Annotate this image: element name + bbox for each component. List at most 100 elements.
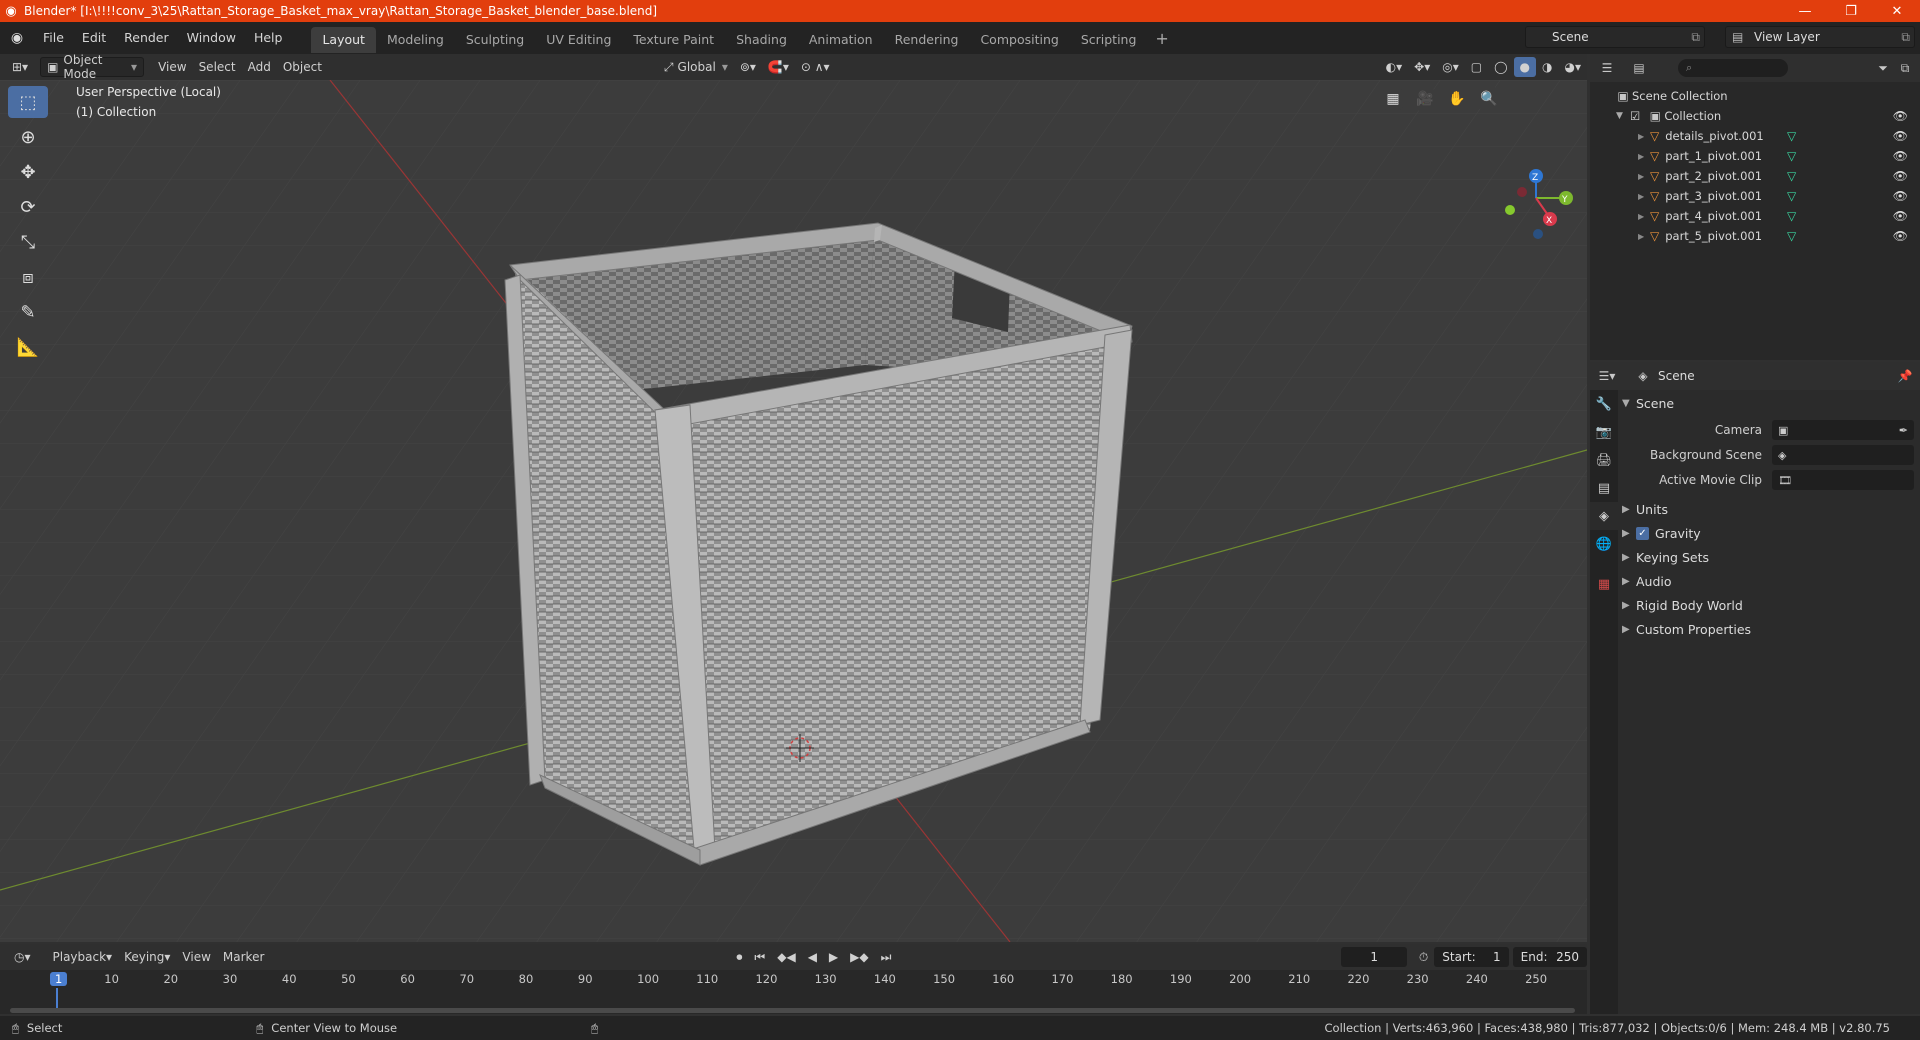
units-section-header[interactable]: ▶ Units <box>1622 498 1912 520</box>
tab-shading[interactable]: Shading <box>725 27 798 53</box>
select-box-tool-icon[interactable]: ⬚ <box>8 86 48 118</box>
scene-collection-row[interactable]: ▣ Scene Collection <box>1590 86 1920 106</box>
viewport-menu-add[interactable]: Add <box>242 57 277 77</box>
tab-scripting[interactable]: Scripting <box>1070 27 1148 53</box>
tab-layout[interactable]: Layout <box>311 27 376 53</box>
gravity-section-header[interactable]: ▶ ✓ Gravity <box>1622 522 1912 544</box>
tab-animation[interactable]: Animation <box>798 27 884 53</box>
expand-arrow-icon[interactable]: ▶ <box>1638 212 1650 221</box>
shading-material-icon[interactable]: ◑ <box>1536 57 1558 77</box>
timeline-menu-keying[interactable]: Keying ▾ <box>118 947 176 967</box>
scene-section-header[interactable]: ▼ Scene <box>1622 392 1912 414</box>
restore-button[interactable]: ❐ <box>1828 0 1874 22</box>
prev-keyframe-button[interactable]: ◆◀ <box>771 947 801 967</box>
tab-rendering[interactable]: Rendering <box>884 27 970 53</box>
eye-icon[interactable]: 👁 <box>1893 169 1908 183</box>
texture-tab-icon[interactable]: ▦ <box>1590 570 1618 598</box>
expand-arrow-icon[interactable]: ▶ <box>1638 172 1650 181</box>
eye-icon[interactable]: 👁 <box>1893 129 1908 143</box>
view-layer-tab-icon[interactable]: ▤ <box>1590 474 1618 502</box>
tab-modeling[interactable]: Modeling <box>376 27 455 53</box>
render-tab-icon[interactable]: 📷 <box>1590 418 1618 446</box>
display-mode-icon[interactable]: ▤ <box>1630 59 1648 77</box>
timeline-area[interactable]: 1 10 20 30 40 50 60 70 80 90 100 110 120 130 140 150 160… <box>0 970 1587 1014</box>
expand-arrow-icon[interactable]: ▶ <box>1638 152 1650 161</box>
properties-editor-icon[interactable]: ☰▾ <box>1598 367 1616 385</box>
menu-help[interactable]: Help <box>245 26 292 50</box>
rotate-tool-icon[interactable]: ⟳ <box>8 191 48 223</box>
shading-solid-icon[interactable]: ● <box>1513 57 1537 77</box>
checkbox-icon[interactable]: ☑ <box>1630 109 1640 123</box>
new-collection-icon[interactable]: ⧉ <box>1896 59 1914 77</box>
menu-window[interactable]: Window <box>178 26 245 50</box>
scene-tab-icon[interactable]: ◈ <box>1590 502 1618 530</box>
tab-texture-paint[interactable]: Texture Paint <box>622 27 725 53</box>
play-button[interactable]: ▶ <box>823 947 844 967</box>
add-workspace-button[interactable]: + <box>1147 29 1176 48</box>
expand-arrow-icon[interactable]: ▼ <box>1616 111 1630 121</box>
view-layer-selector[interactable]: ▤ View Layer ⧉ <box>1725 26 1915 48</box>
timeline-editor-icon[interactable]: ◷▾ <box>8 947 37 967</box>
timeline-menu-marker[interactable]: Marker <box>217 947 270 967</box>
output-tab-icon[interactable]: 🖨 <box>1590 446 1618 474</box>
editor-type-icon[interactable]: ⊞▾ <box>6 57 34 77</box>
expand-arrow-icon[interactable]: ▶ <box>1638 192 1650 201</box>
annotate-tool-icon[interactable]: ✎ <box>8 296 48 328</box>
collection-row[interactable]: ▼ ☑ ▣ Collection 👁 <box>1590 106 1920 126</box>
pivot-icon[interactable]: ⊚▾ <box>734 57 762 77</box>
camera-field[interactable]: ▣ ✒ <box>1772 420 1914 440</box>
rigid-body-world-section-header[interactable]: ▶ Rigid Body World <box>1622 594 1912 616</box>
new-scene-icon[interactable]: ⧉ <box>1691 30 1700 45</box>
visibility-icon[interactable]: ◐▾ <box>1380 57 1409 77</box>
scene-selector[interactable]: Scene ⧉ <box>1525 26 1705 48</box>
blender-menu-icon[interactable]: ◉ <box>0 30 34 46</box>
tool-tab-icon[interactable]: 🔧 <box>1590 390 1618 418</box>
shading-wireframe-icon[interactable]: ◯ <box>1488 57 1513 77</box>
overlay-toggle-icon[interactable]: ◎▾ <box>1436 57 1465 77</box>
close-button[interactable]: ✕ <box>1874 0 1920 22</box>
stopwatch-icon[interactable]: ⏱ <box>1413 947 1434 967</box>
timeline-menu-playback[interactable]: Playback ▾ <box>47 947 119 967</box>
snap-icon[interactable]: 🧲▾ <box>762 57 795 77</box>
new-view-layer-icon[interactable]: ⧉ <box>1901 30 1910 45</box>
zoom-view-icon[interactable]: 🔍 <box>1476 86 1502 112</box>
eye-icon[interactable]: 👁 <box>1893 149 1908 163</box>
list-item[interactable]: ▶ ▽ part_3_pivot.001 ▽ 👁 <box>1590 186 1920 206</box>
tab-uv-editing[interactable]: UV Editing <box>535 27 622 53</box>
list-item[interactable]: ▶ ▽ part_4_pivot.001 ▽ 👁 <box>1590 206 1920 226</box>
world-tab-icon[interactable]: 🌐 <box>1590 530 1618 558</box>
list-item[interactable]: ▶ ▽ part_5_pivot.001 ▽ 👁 <box>1590 226 1920 246</box>
tab-compositing[interactable]: Compositing <box>969 27 1069 53</box>
cursor-tool-icon[interactable]: ⊕ <box>8 121 48 153</box>
custom-properties-section-header[interactable]: ▶ Custom Properties <box>1622 618 1912 640</box>
next-keyframe-button[interactable]: ▶◆ <box>844 947 874 967</box>
minimize-button[interactable]: — <box>1782 0 1828 22</box>
eye-icon[interactable]: 👁 <box>1893 189 1908 203</box>
play-reverse-button[interactable]: ◀ <box>802 947 823 967</box>
background-scene-field[interactable]: ◈ <box>1772 445 1914 465</box>
xray-icon[interactable]: ▢ <box>1465 57 1488 77</box>
list-item[interactable]: ▶ ▽ part_1_pivot.001 ▽ 👁 <box>1590 146 1920 166</box>
3d-viewport[interactable]: Z Y X User Perspective (Local) (1) Colle… <box>0 80 1587 942</box>
camera-view-icon[interactable]: 🎥 <box>1412 86 1438 112</box>
timeline-menu-view[interactable]: View <box>176 947 216 967</box>
viewport-menu-select[interactable]: Select <box>193 57 242 77</box>
measure-tool-icon[interactable]: 📐 <box>8 331 48 363</box>
record-button[interactable]: ⏺ <box>730 947 748 967</box>
end-frame-field[interactable]: End: 250 <box>1512 947 1588 967</box>
jump-end-button[interactable]: ⏭ <box>875 947 898 967</box>
shading-rendered-icon[interactable]: ◕▾ <box>1559 57 1588 77</box>
expand-arrow-icon[interactable]: ▶ <box>1638 232 1650 241</box>
scale-tool-icon[interactable]: ⤡ <box>8 226 48 258</box>
start-frame-field[interactable]: Start: 1 <box>1434 947 1509 967</box>
current-frame-field[interactable]: 1 <box>1341 947 1407 967</box>
movie-clip-field[interactable]: 🎞 <box>1772 470 1914 490</box>
viewport-menu-object[interactable]: Object <box>277 57 328 77</box>
outliner-editor-icon[interactable]: ☰ <box>1598 59 1616 77</box>
jump-start-button[interactable]: ⏮ <box>748 947 771 967</box>
transform-tool-icon[interactable]: ⧈ <box>8 261 48 293</box>
keying-sets-section-header[interactable]: ▶ Keying Sets <box>1622 546 1912 568</box>
pin-icon[interactable]: 📌 <box>1896 367 1914 385</box>
eye-icon[interactable]: 👁 <box>1893 229 1908 243</box>
menu-file[interactable]: File <box>34 26 73 50</box>
